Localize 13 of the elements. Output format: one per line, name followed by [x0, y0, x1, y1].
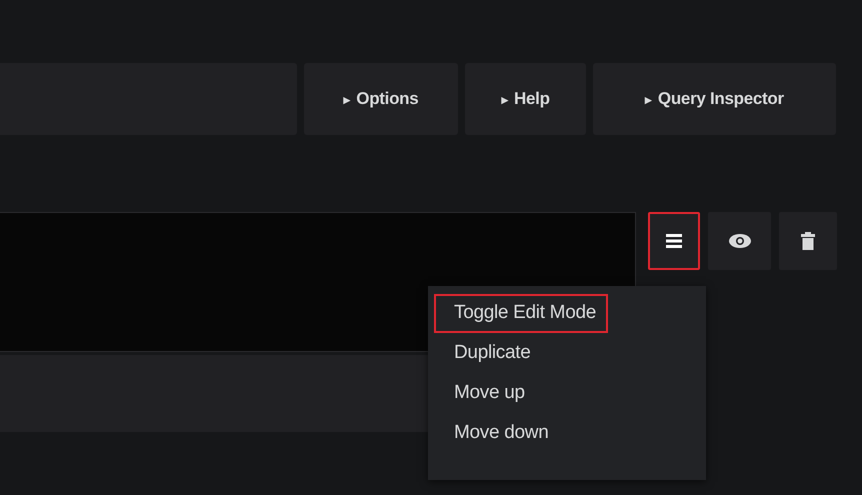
toolbar-button[interactable]: ▸ Help [465, 63, 586, 135]
menu-item[interactable]: Toggle Edit Mode [434, 294, 608, 333]
toolbar-button[interactable]: ▸ Options [304, 63, 458, 135]
eye-icon [728, 234, 750, 248]
menu-item[interactable]: Move down [434, 414, 560, 453]
menu-icon [666, 234, 682, 248]
menu-item[interactable]: Move up [434, 374, 537, 413]
trash-icon [801, 232, 815, 250]
menu-item[interactable]: Duplicate [434, 334, 543, 373]
eye-button[interactable] [708, 212, 771, 270]
menu-button[interactable] [648, 212, 700, 270]
toolbar-button[interactable]: ▸ Query Inspector [593, 63, 836, 135]
trash-button[interactable] [779, 212, 837, 270]
